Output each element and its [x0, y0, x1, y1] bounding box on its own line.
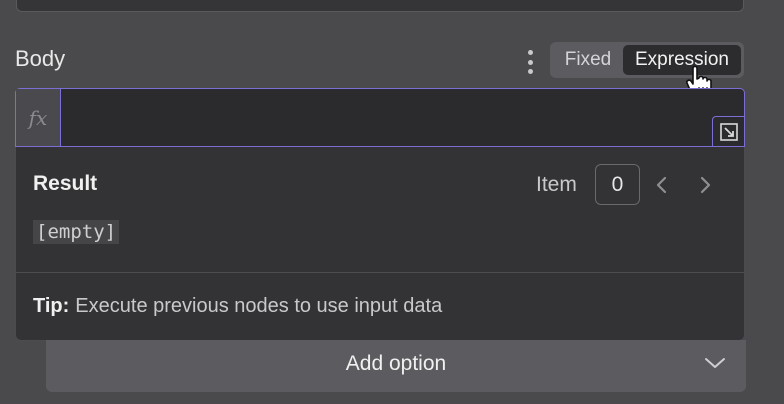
result-title: Result — [33, 172, 98, 195]
chevron-left-icon[interactable] — [653, 175, 671, 195]
tip-text: Execute previous nodes to use input data — [75, 295, 443, 317]
expression-editor[interactable]: fx — [15, 88, 745, 147]
previous-parameter-panel — [16, 0, 744, 12]
item-index-input[interactable]: 0 — [595, 164, 640, 205]
expand-icon[interactable] — [712, 116, 744, 146]
fx-icon: fx — [16, 89, 61, 146]
chevron-right-icon[interactable] — [696, 175, 714, 195]
tip-message: Tip: Execute previous nodes to use input … — [33, 295, 442, 318]
expression-result-dropdown: Result Item 0 [empty] Tip: Execute previo… — [15, 147, 745, 341]
chevron-down-icon — [704, 356, 726, 375]
tip-prefix: Tip: — [33, 295, 70, 317]
expression-mode-option[interactable]: Expression — [623, 45, 741, 75]
more-vertical-icon[interactable] — [523, 50, 537, 74]
fixed-mode-option[interactable]: Fixed — [553, 45, 623, 75]
item-label: Item — [536, 173, 577, 196]
result-value: [empty] — [33, 220, 120, 244]
body-field-label: Body — [15, 46, 66, 71]
divider — [16, 272, 744, 273]
add-option-button[interactable]: Add option — [46, 340, 746, 392]
add-option-label: Add option — [345, 352, 447, 375]
